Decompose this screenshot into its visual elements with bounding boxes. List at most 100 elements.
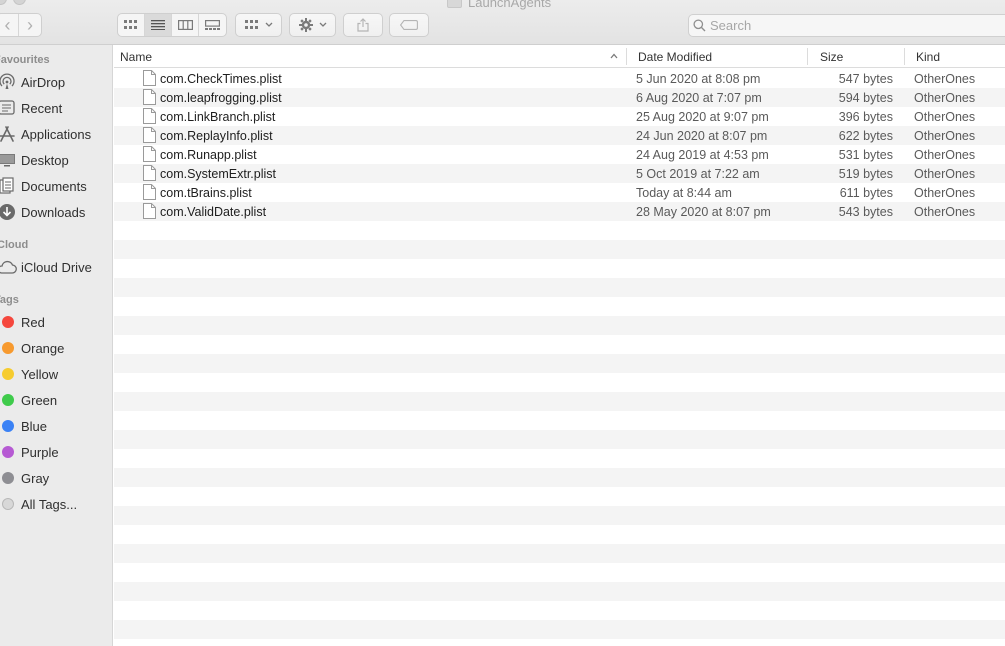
- icon-view-button[interactable]: [118, 14, 145, 36]
- file-date-modified: 25 Aug 2020 at 9:07 pm: [636, 109, 769, 124]
- close-window-button[interactable]: [0, 0, 7, 5]
- favourites-heading: Favourites: [0, 54, 50, 66]
- grid-icon: [124, 20, 137, 29]
- sidebar-item-label: Green: [21, 392, 58, 408]
- column-header-size[interactable]: Size: [820, 45, 843, 68]
- file-kind: OtherOnes: [914, 71, 976, 86]
- sidebar-item-tag[interactable]: All Tags...: [0, 493, 113, 515]
- window-title: LaunchAgents: [447, 0, 552, 10]
- view-mode-switcher: [117, 13, 227, 37]
- tags-heading: Tags: [0, 294, 19, 306]
- window-title-text: LaunchAgents: [468, 0, 552, 10]
- empty-row: [114, 278, 1005, 297]
- file-row[interactable]: com.tBrains.plist Today at 8:44 am 611 byt…: [114, 183, 1005, 202]
- sidebar-item-label: Yellow: [21, 366, 59, 382]
- sidebar-item-airdrop[interactable]: AirDrop: [0, 71, 113, 93]
- list-view-button[interactable]: [145, 14, 172, 36]
- file-row[interactable]: com.ValidDate.plist 28 May 2020 at 8:07 p…: [114, 202, 1005, 221]
- sidebar-item-tag[interactable]: Purple: [0, 441, 113, 463]
- empty-row: [114, 297, 1005, 316]
- document-icon: [143, 146, 156, 162]
- edit-tags-button[interactable]: [389, 13, 429, 37]
- minimize-window-button[interactable]: [13, 0, 26, 5]
- empty-row: [114, 620, 1005, 639]
- file-name: com.LinkBranch.plist: [160, 109, 276, 124]
- column-header: Name Date Modified Size Kind: [114, 45, 1005, 68]
- history-nav: ‹ ›: [0, 13, 42, 37]
- file-row[interactable]: com.leapfrogging.plist 6 Aug 2020 at 7:07…: [114, 88, 1005, 107]
- document-icon: [143, 70, 156, 86]
- toolbar: LaunchAgents ‹ ›: [0, 0, 1005, 45]
- document-icon: [143, 184, 156, 200]
- file-size: 543 bytes: [838, 204, 893, 219]
- sidebar-item-tag[interactable]: Red: [0, 311, 113, 333]
- file-row[interactable]: com.LinkBranch.plist 25 Aug 2020 at 9:07 …: [114, 107, 1005, 126]
- sidebar-item-label: Applications: [21, 126, 92, 142]
- cloud-icon: [0, 257, 17, 277]
- sidebar-item-tag[interactable]: Blue: [0, 415, 113, 437]
- sort-ascending-icon[interactable]: [610, 53, 618, 59]
- documents-icon: [0, 176, 17, 196]
- icloud-heading: iCloud: [0, 239, 29, 251]
- file-date-modified: 6 Aug 2020 at 7:07 pm: [636, 90, 762, 105]
- sidebar-item-label: Gray: [21, 470, 50, 486]
- document-icon: [143, 108, 156, 124]
- file-kind: OtherOnes: [914, 204, 976, 219]
- columns-icon: [177, 20, 193, 30]
- empty-row: [114, 430, 1005, 449]
- group-by-button[interactable]: [235, 13, 282, 37]
- file-name: com.leapfrogging.plist: [160, 90, 282, 105]
- tag-color-dot-icon: [2, 368, 14, 380]
- file-size: 519 bytes: [838, 166, 893, 181]
- share-button[interactable]: [343, 13, 383, 37]
- chevron-left-icon: ‹: [4, 14, 11, 35]
- sidebar-item-recent[interactable]: Recent: [0, 97, 113, 119]
- sidebar-item-icloud-drive[interactable]: iCloud Drive: [0, 256, 113, 278]
- file-row[interactable]: com.ReplayInfo.plist 24 Jun 2020 at 8:07 …: [114, 126, 1005, 145]
- column-header-name[interactable]: Name: [120, 45, 152, 68]
- sidebar-item-tag[interactable]: Green: [0, 389, 113, 411]
- file-size: 611 bytes: [839, 185, 893, 200]
- file-row[interactable]: com.CheckTimes.plist 5 Jun 2020 at 8:08 p…: [114, 69, 1005, 88]
- document-icon: [143, 203, 156, 219]
- column-separator[interactable]: [904, 48, 905, 65]
- file-row[interactable]: com.SystemExtr.plist 5 Oct 2019 at 7:22 a…: [114, 164, 1005, 183]
- sidebar-item-label: All Tags...: [21, 496, 78, 512]
- gallery-view-button[interactable]: [199, 14, 226, 36]
- file-name: com.ReplayInfo.plist: [160, 128, 273, 143]
- sidebar-item-desktop[interactable]: Desktop: [0, 149, 113, 171]
- sidebar-item-label: Blue: [21, 418, 48, 434]
- column-view-button[interactable]: [172, 14, 199, 36]
- column-separator[interactable]: [807, 48, 808, 65]
- document-icon: [143, 89, 156, 105]
- column-separator[interactable]: [626, 48, 627, 65]
- sidebar-item-applications[interactable]: Applications: [0, 123, 113, 145]
- file-kind: OtherOnes: [914, 147, 976, 162]
- downloads-icon: [0, 202, 17, 222]
- column-header-date[interactable]: Date Modified: [638, 45, 712, 68]
- sidebar-item-tag[interactable]: Gray: [0, 467, 113, 489]
- file-rows: com.CheckTimes.plist 5 Jun 2020 at 8:08 p…: [114, 69, 1005, 646]
- file-size: 622 bytes: [838, 128, 893, 143]
- empty-row: [114, 240, 1005, 259]
- tag-icon: [400, 20, 418, 30]
- back-button[interactable]: ‹: [0, 14, 19, 36]
- forward-button[interactable]: ›: [19, 14, 41, 36]
- sidebar-item-label: Downloads: [21, 204, 86, 220]
- action-menu-button[interactable]: [289, 13, 336, 37]
- finder-window: LaunchAgents ‹ › Search avourites AirDro…: [0, 0, 1005, 646]
- sidebar-item-documents[interactable]: Documents: [0, 175, 113, 197]
- file-row[interactable]: com.Runapp.plist 24 Aug 2019 at 4:53 pm 53…: [114, 145, 1005, 164]
- chevron-down-icon: [265, 22, 272, 27]
- search-icon: [693, 19, 706, 32]
- sidebar-item-tag[interactable]: Yellow: [0, 363, 113, 385]
- tag-color-dot-icon: [2, 472, 14, 484]
- file-date-modified: 24 Jun 2020 at 8:07 pm: [636, 128, 768, 143]
- sidebar-item-downloads[interactable]: Downloads: [0, 201, 113, 223]
- file-name: com.tBrains.plist: [160, 185, 252, 200]
- column-header-kind[interactable]: Kind: [916, 45, 940, 68]
- search-input[interactable]: [710, 18, 990, 33]
- search-field[interactable]: [688, 14, 1005, 37]
- group-grid-icon: [244, 20, 258, 29]
- sidebar-item-tag[interactable]: Orange: [0, 337, 113, 359]
